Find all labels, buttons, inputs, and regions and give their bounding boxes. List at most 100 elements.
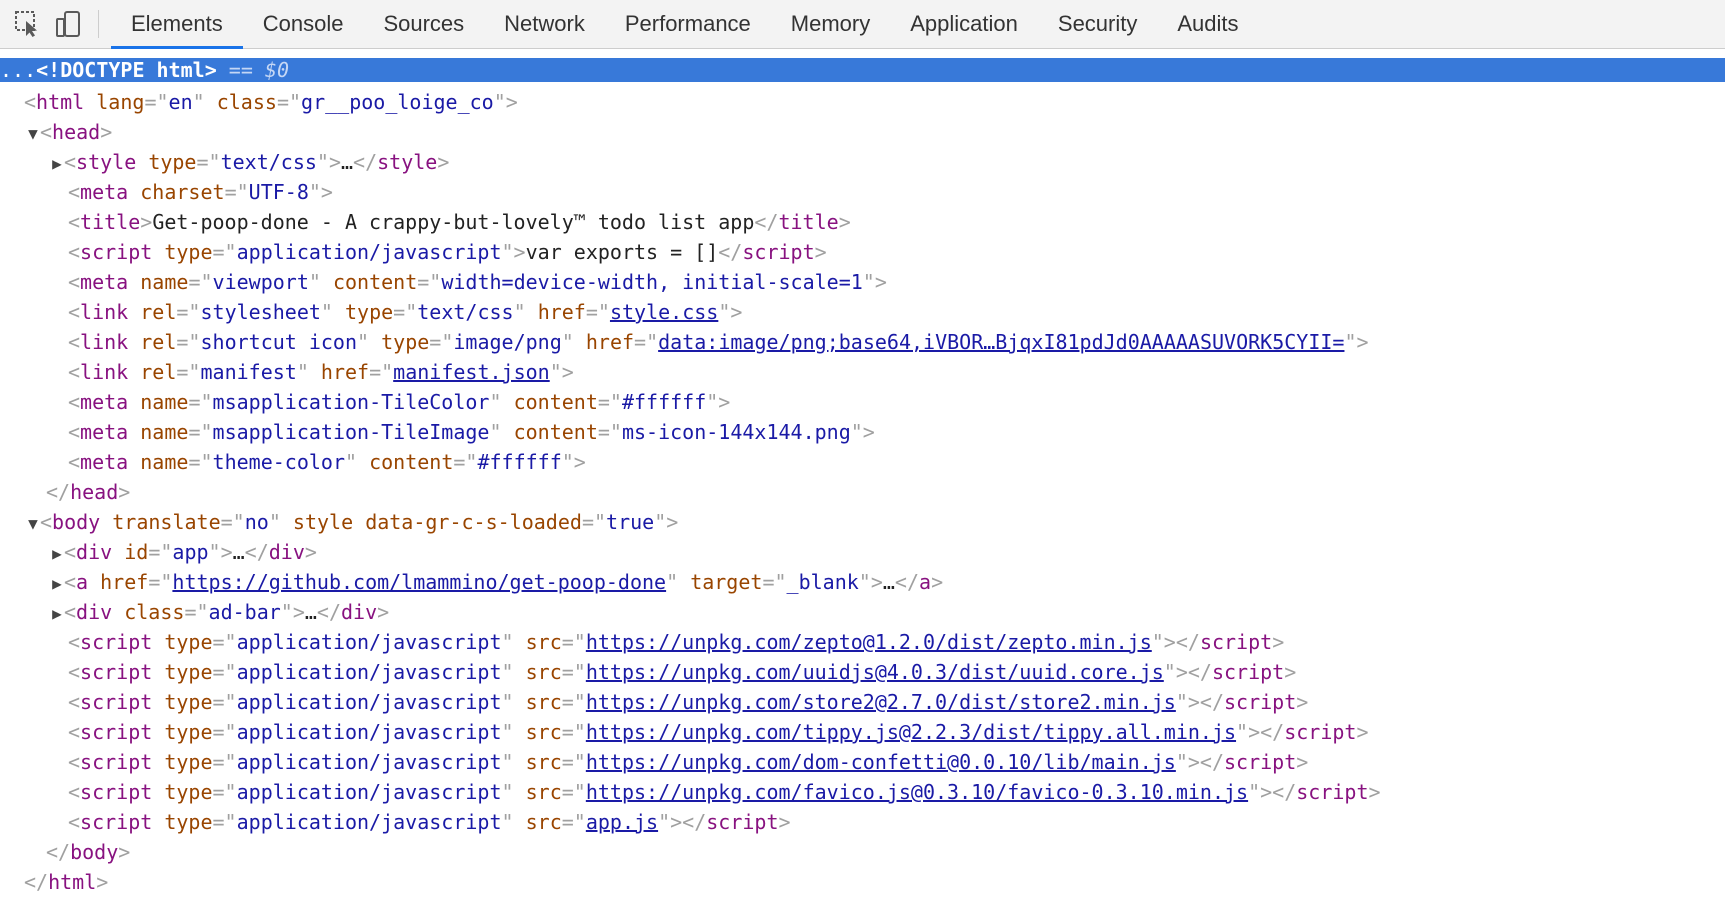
- dom-node-script-src[interactable]: <script type="application/javascript" sr…: [0, 717, 1725, 747]
- attr-value: manifest: [200, 360, 297, 384]
- dom-node-head-close[interactable]: </head>: [0, 477, 1725, 507]
- attr-value: UTF-8: [248, 180, 309, 204]
- attr-name: src: [525, 750, 562, 774]
- tab-memory[interactable]: Memory: [771, 0, 890, 48]
- src-link[interactable]: https://unpkg.com/store2@2.7.0/dist/stor…: [586, 690, 1176, 714]
- dom-node-link-manifest[interactable]: <link rel="manifest" href="manifest.json…: [0, 357, 1725, 387]
- dom-node-doctype[interactable]: ...<!DOCTYPE html> == $0: [0, 58, 1725, 82]
- dom-node-meta-tileimage[interactable]: <meta name="msapplication-TileImage" con…: [0, 417, 1725, 447]
- dom-node-script-src[interactable]: <script type="application/javascript" sr…: [0, 657, 1725, 687]
- href-link[interactable]: data:image/png;base64,iVBOR…BjqxI81pdJd0…: [658, 330, 1344, 354]
- tag-name: head: [70, 480, 119, 504]
- dom-node-a-github[interactable]: ▶ <a href="https://github.com/lmammino/ge…: [0, 567, 1725, 597]
- attr-name: rel: [140, 300, 177, 324]
- tab-sources[interactable]: Sources: [363, 0, 484, 48]
- cursor-select-icon[interactable]: [8, 0, 48, 48]
- attr-value: _blank: [786, 570, 859, 594]
- dom-node-link-stylesheet[interactable]: <link rel="stylesheet" type="text/css" h…: [0, 297, 1725, 327]
- dom-node-script-src[interactable]: <script type="application/javascript" sr…: [0, 807, 1725, 837]
- attr-name: rel: [140, 330, 177, 354]
- tag-name: html: [36, 90, 85, 114]
- tab-application[interactable]: Application: [890, 0, 1038, 48]
- tab-performance[interactable]: Performance: [605, 0, 771, 48]
- attr-value: application/javascript: [236, 720, 502, 744]
- src-link[interactable]: https://unpkg.com/zepto@1.2.0/dist/zepto…: [586, 630, 1152, 654]
- tag-name: meta: [80, 390, 129, 414]
- tag-name: meta: [80, 270, 129, 294]
- collapsed-triangle-icon[interactable]: ▶: [50, 149, 64, 179]
- tag-name: div: [341, 600, 378, 624]
- dom-node-script-src[interactable]: <script type="application/javascript" sr…: [0, 627, 1725, 657]
- href-link[interactable]: manifest.json: [393, 360, 550, 384]
- dom-node-meta-theme[interactable]: <meta name="theme-color" content="#fffff…: [0, 447, 1725, 477]
- src-link[interactable]: app.js: [586, 810, 658, 834]
- attr-value: stylesheet: [200, 300, 321, 324]
- attr-value: application/javascript: [236, 690, 502, 714]
- attr-name: type: [345, 300, 394, 324]
- attr-value: text/css: [417, 300, 514, 324]
- attr-name: content: [513, 420, 598, 444]
- attr-name: data-gr-c-s-loaded: [365, 510, 582, 534]
- dom-node-body-close[interactable]: </body>: [0, 837, 1725, 867]
- expand-triangle-icon[interactable]: ▼: [26, 119, 40, 149]
- href-link[interactable]: https://github.com/lmammino/get-poop-don…: [172, 570, 666, 594]
- src-link[interactable]: https://unpkg.com/tippy.js@2.2.3/dist/ti…: [586, 720, 1236, 744]
- tab-audits[interactable]: Audits: [1157, 0, 1258, 48]
- dom-node-script-src[interactable]: <script type="application/javascript" sr…: [0, 777, 1725, 807]
- attr-name: target: [690, 570, 763, 594]
- dom-node-script-src[interactable]: <script type="application/javascript" sr…: [0, 687, 1725, 717]
- attr-name: href: [320, 360, 370, 384]
- tag-name: script: [742, 240, 815, 264]
- attr-name: content: [513, 390, 598, 414]
- attr-name: src: [525, 780, 562, 804]
- collapsed-triangle-icon[interactable]: ▶: [50, 569, 64, 599]
- tag-name: script: [1284, 720, 1357, 744]
- dom-node-div-app[interactable]: ▶ <div id="app">…</div>: [0, 537, 1725, 567]
- dom-node-head[interactable]: ▼ <head>: [0, 117, 1725, 147]
- attr-value: msapplication-TileImage: [212, 420, 490, 444]
- device-toggle-icon[interactable]: [48, 0, 88, 48]
- dom-node-html[interactable]: <html lang="en" class="gr__poo_loige_co"…: [0, 87, 1725, 117]
- tab-elements[interactable]: Elements: [111, 0, 243, 49]
- attr-name: src: [525, 810, 562, 834]
- tag-name: meta: [80, 420, 129, 444]
- tab-security[interactable]: Security: [1038, 0, 1157, 48]
- href-link[interactable]: style.css: [610, 300, 718, 324]
- collapsed-ellipsis[interactable]: …: [233, 540, 245, 564]
- tab-console[interactable]: Console: [243, 0, 364, 48]
- src-link[interactable]: https://unpkg.com/uuidjs@4.0.3/dist/uuid…: [586, 660, 1164, 684]
- attr-name: content: [332, 270, 418, 294]
- tag-name: body: [70, 840, 119, 864]
- dom-node-body[interactable]: ▼ <body translate="no" style data-gr-c-s-…: [0, 507, 1725, 537]
- attr-value: width=device-width, initial-scale=1: [441, 270, 863, 294]
- dom-node-html-close[interactable]: </html>: [0, 867, 1725, 897]
- dom-node-script-src[interactable]: <script type="application/javascript" sr…: [0, 747, 1725, 777]
- tag-name: script: [80, 240, 153, 264]
- collapsed-triangle-icon[interactable]: ▶: [50, 539, 64, 569]
- tag-name: a: [919, 570, 932, 594]
- doctype-text: <!DOCTYPE html>: [36, 58, 217, 82]
- src-link[interactable]: https://unpkg.com/dom-confetti@0.0.10/li…: [586, 750, 1176, 774]
- tag-name: script: [80, 690, 153, 714]
- expand-triangle-icon[interactable]: ▼: [26, 509, 40, 539]
- dom-node-div-adbar[interactable]: ▶ <div class="ad-bar">…</div>: [0, 597, 1725, 627]
- dom-node-meta-viewport[interactable]: <meta name="viewport" content="width=dev…: [0, 267, 1725, 297]
- attr-name: href: [537, 300, 586, 324]
- dom-node-link-icon[interactable]: <link rel="shortcut icon" type="image/pn…: [0, 327, 1725, 357]
- dom-node-style[interactable]: ▶ <style type="text/css">…</style>: [0, 147, 1725, 177]
- attr-name: src: [525, 630, 562, 654]
- tab-network[interactable]: Network: [484, 0, 605, 48]
- collapsed-ellipsis[interactable]: …: [883, 570, 895, 594]
- dom-node-meta-tilecolor[interactable]: <meta name="msapplication-TileColor" con…: [0, 387, 1725, 417]
- src-link[interactable]: https://unpkg.com/favico.js@0.3.10/favic…: [586, 780, 1248, 804]
- collapsed-triangle-icon[interactable]: ▶: [50, 599, 64, 629]
- attr-name: charset: [140, 180, 225, 204]
- dom-node-script-exports[interactable]: <script type="application/javascript">va…: [0, 237, 1725, 267]
- collapsed-ellipsis[interactable]: …: [305, 600, 317, 624]
- dom-node-title[interactable]: <title>Get-poop-done - A crappy-but-love…: [0, 207, 1725, 237]
- attr-name: type: [381, 330, 430, 354]
- collapsed-ellipsis[interactable]: …: [341, 150, 353, 174]
- dom-node-meta-charset[interactable]: <meta charset="UTF-8">: [0, 177, 1725, 207]
- text-node: var exports = []: [525, 240, 719, 264]
- tag-name: script: [1224, 690, 1297, 714]
